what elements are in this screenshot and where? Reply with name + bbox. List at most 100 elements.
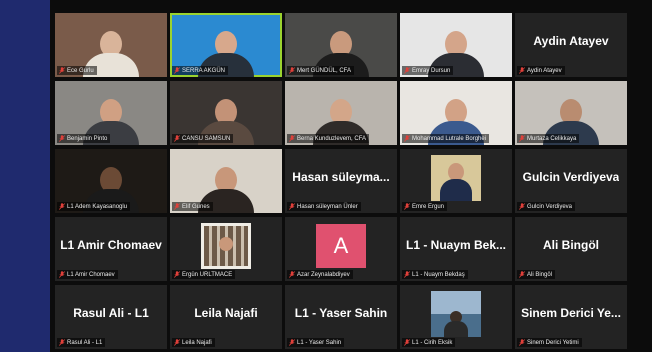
- participant-tile[interactable]: L1 - Yaser Sahin L1 - Yaser Sahin: [285, 285, 397, 349]
- participant-name-label: Azar Zeynalabdiyev: [287, 270, 353, 279]
- participant-name-label: L1 - Cirih Eksik: [402, 338, 456, 347]
- participant-tile[interactable]: Ergün URLTMACE: [170, 217, 282, 281]
- mic-muted-icon: [404, 271, 410, 278]
- mic-muted-icon: [519, 271, 525, 278]
- participant-display-name: Aydin Atayev: [533, 34, 609, 48]
- mic-muted-icon: [289, 339, 295, 346]
- participant-tile[interactable]: L1 Amir Chomaev L1 Amir Chomaev: [55, 217, 167, 281]
- participant-name: L1 - Yaser Sahin: [297, 339, 342, 346]
- participant-display-name: L1 - Yaser Sahin: [294, 306, 388, 320]
- profile-picture: [431, 155, 481, 201]
- participant-tile[interactable]: Sinem Derici Ye... Sinem Derici Yetimi: [515, 285, 627, 349]
- mic-muted-icon: [519, 135, 525, 142]
- participant-name: Benjamin Pinto: [67, 135, 108, 142]
- participant-name: Hasan süleyman Ünler: [297, 203, 358, 210]
- participant-tile[interactable]: L1 - Nuaym Bek... L1 - Nuaym Bekdaş: [400, 217, 512, 281]
- avatar: A: [316, 224, 366, 268]
- participant-tile[interactable]: Ali Bingöl Ali Bingöl: [515, 217, 627, 281]
- participant-tile[interactable]: Aydin Atayev Aydin Atayev: [515, 13, 627, 77]
- participant-name-label: L1 Amir Chomaev: [57, 270, 118, 279]
- participant-name-label: Rasul Ali - L1: [57, 338, 106, 347]
- participant-tile[interactable]: CANSU SAMSUN: [170, 81, 282, 145]
- participant-name-label: Elif Gunes: [172, 202, 213, 211]
- participant-tile[interactable]: Gulcin Verdiyeva Gulcin Verdiyeva: [515, 149, 627, 213]
- participant-display-name: Sinem Derici Ye...: [521, 306, 621, 320]
- participant-name: L1 Amir Chomaev: [67, 271, 115, 278]
- participant-tile[interactable]: L1 Adem Kayasanoglu: [55, 149, 167, 213]
- participant-name: Rasul Ali - L1: [67, 339, 103, 346]
- mic-muted-icon: [289, 203, 295, 210]
- mic-muted-icon: [289, 271, 295, 278]
- participant-tile[interactable]: L1 - Cirih Eksik: [400, 285, 512, 349]
- mic-muted-icon: [404, 135, 410, 142]
- participant-name-label: Murtaza Celikkaya: [517, 134, 580, 143]
- participant-name: Gulcin Verdiyeva: [527, 203, 573, 210]
- participant-name: Leila Najafi: [182, 339, 212, 346]
- participant-name-label: L1 - Yaser Sahin: [287, 338, 345, 347]
- participant-name: Elif Gunes: [182, 203, 210, 210]
- mic-muted-icon: [174, 203, 180, 210]
- participant-tile[interactable]: SERRA AKGÜN: [170, 13, 282, 77]
- participant-name-label: Berna Kunduzlevem, CFA: [287, 134, 370, 143]
- participant-name: Ergün URLTMACE: [182, 271, 233, 278]
- participant-name: Azar Zeynalabdiyev: [297, 271, 350, 278]
- participant-display-name: Ali Bingöl: [543, 238, 599, 252]
- mic-muted-icon: [59, 67, 65, 74]
- participant-tile[interactable]: Mohammad Lutrale Borghei: [400, 81, 512, 145]
- participant-name: L1 - Nuaym Bekdaş: [412, 271, 465, 278]
- participant-display-name: Rasul Ali - L1: [73, 306, 149, 320]
- mic-muted-icon: [59, 135, 65, 142]
- participant-display-name: Hasan süleyma...: [292, 170, 390, 184]
- mic-muted-icon: [404, 203, 410, 210]
- participant-display-name: L1 Amir Chomaev: [60, 238, 162, 252]
- participant-tile[interactable]: Emray Dursun: [400, 13, 512, 77]
- participant-name: Sinem Derici Yetimi: [527, 339, 579, 346]
- participant-name-label: Leila Najafi: [172, 338, 215, 347]
- mic-muted-icon: [404, 67, 410, 74]
- participant-tile[interactable]: Berna Kunduzlevem, CFA: [285, 81, 397, 145]
- participant-name-label: Benjamin Pinto: [57, 134, 111, 143]
- participant-tile[interactable]: Benjamin Pinto: [55, 81, 167, 145]
- participant-name: Mohammad Lutrale Borghei: [412, 135, 487, 142]
- mic-muted-icon: [59, 203, 65, 210]
- participant-name: L1 - Cirih Eksik: [412, 339, 453, 346]
- participant-name-label: Aydin Atayev: [517, 66, 565, 75]
- profile-picture: [201, 223, 251, 269]
- participant-name-label: L1 - Nuaym Bekdaş: [402, 270, 468, 279]
- participant-name: Emre Ergun: [412, 203, 445, 210]
- participant-name-label: Emre Ergun: [402, 202, 448, 211]
- mic-muted-icon: [404, 339, 410, 346]
- participant-name-label: Hasan süleyman Ünler: [287, 202, 361, 211]
- participant-name-label: Emray Dursun: [402, 66, 454, 75]
- mic-muted-icon: [174, 67, 180, 74]
- participant-name-label: Mohammad Lutrale Borghei: [402, 134, 490, 143]
- mic-muted-icon: [174, 271, 180, 278]
- participant-name-label: CANSU SAMSUN: [172, 134, 234, 143]
- participant-name: Aydin Atayev: [527, 67, 562, 74]
- participant-name-label: Gulcin Verdiyeva: [517, 202, 576, 211]
- participant-display-name: Gulcin Verdiyeva: [522, 170, 620, 184]
- profile-picture: [431, 291, 481, 337]
- participant-name: Emray Dursun: [412, 67, 451, 74]
- participant-name: L1 Adem Kayasanoglu: [67, 203, 128, 210]
- participant-name: Mert GÜNDÜL, CFA: [297, 67, 352, 74]
- participant-tile[interactable]: Emre Ergun: [400, 149, 512, 213]
- participant-tile[interactable]: Rasul Ali - L1 Rasul Ali - L1: [55, 285, 167, 349]
- participant-name: SERRA AKGÜN: [182, 67, 226, 74]
- participant-name-label: Ece Gurlu: [57, 66, 97, 75]
- participant-tile[interactable]: Mert GÜNDÜL, CFA: [285, 13, 397, 77]
- participant-tile[interactable]: Ece Gurlu: [55, 13, 167, 77]
- mic-muted-icon: [519, 67, 525, 74]
- participant-tile[interactable]: A Azar Zeynalabdiyev: [285, 217, 397, 281]
- participant-name-label: Ali Bingöl: [517, 270, 556, 279]
- participant-tile[interactable]: Leila Najafi Leila Najafi: [170, 285, 282, 349]
- participant-name-label: SERRA AKGÜN: [172, 66, 229, 75]
- mic-muted-icon: [174, 339, 180, 346]
- participant-name: Berna Kunduzlevem, CFA: [297, 135, 367, 142]
- participant-name-label: L1 Adem Kayasanoglu: [57, 202, 131, 211]
- participant-tile[interactable]: Elif Gunes: [170, 149, 282, 213]
- participant-tile[interactable]: Murtaza Celikkaya: [515, 81, 627, 145]
- participant-tile[interactable]: Hasan süleyma... Hasan süleyman Ünler: [285, 149, 397, 213]
- mic-muted-icon: [59, 339, 65, 346]
- participant-name-label: Sinem Derici Yetimi: [517, 338, 582, 347]
